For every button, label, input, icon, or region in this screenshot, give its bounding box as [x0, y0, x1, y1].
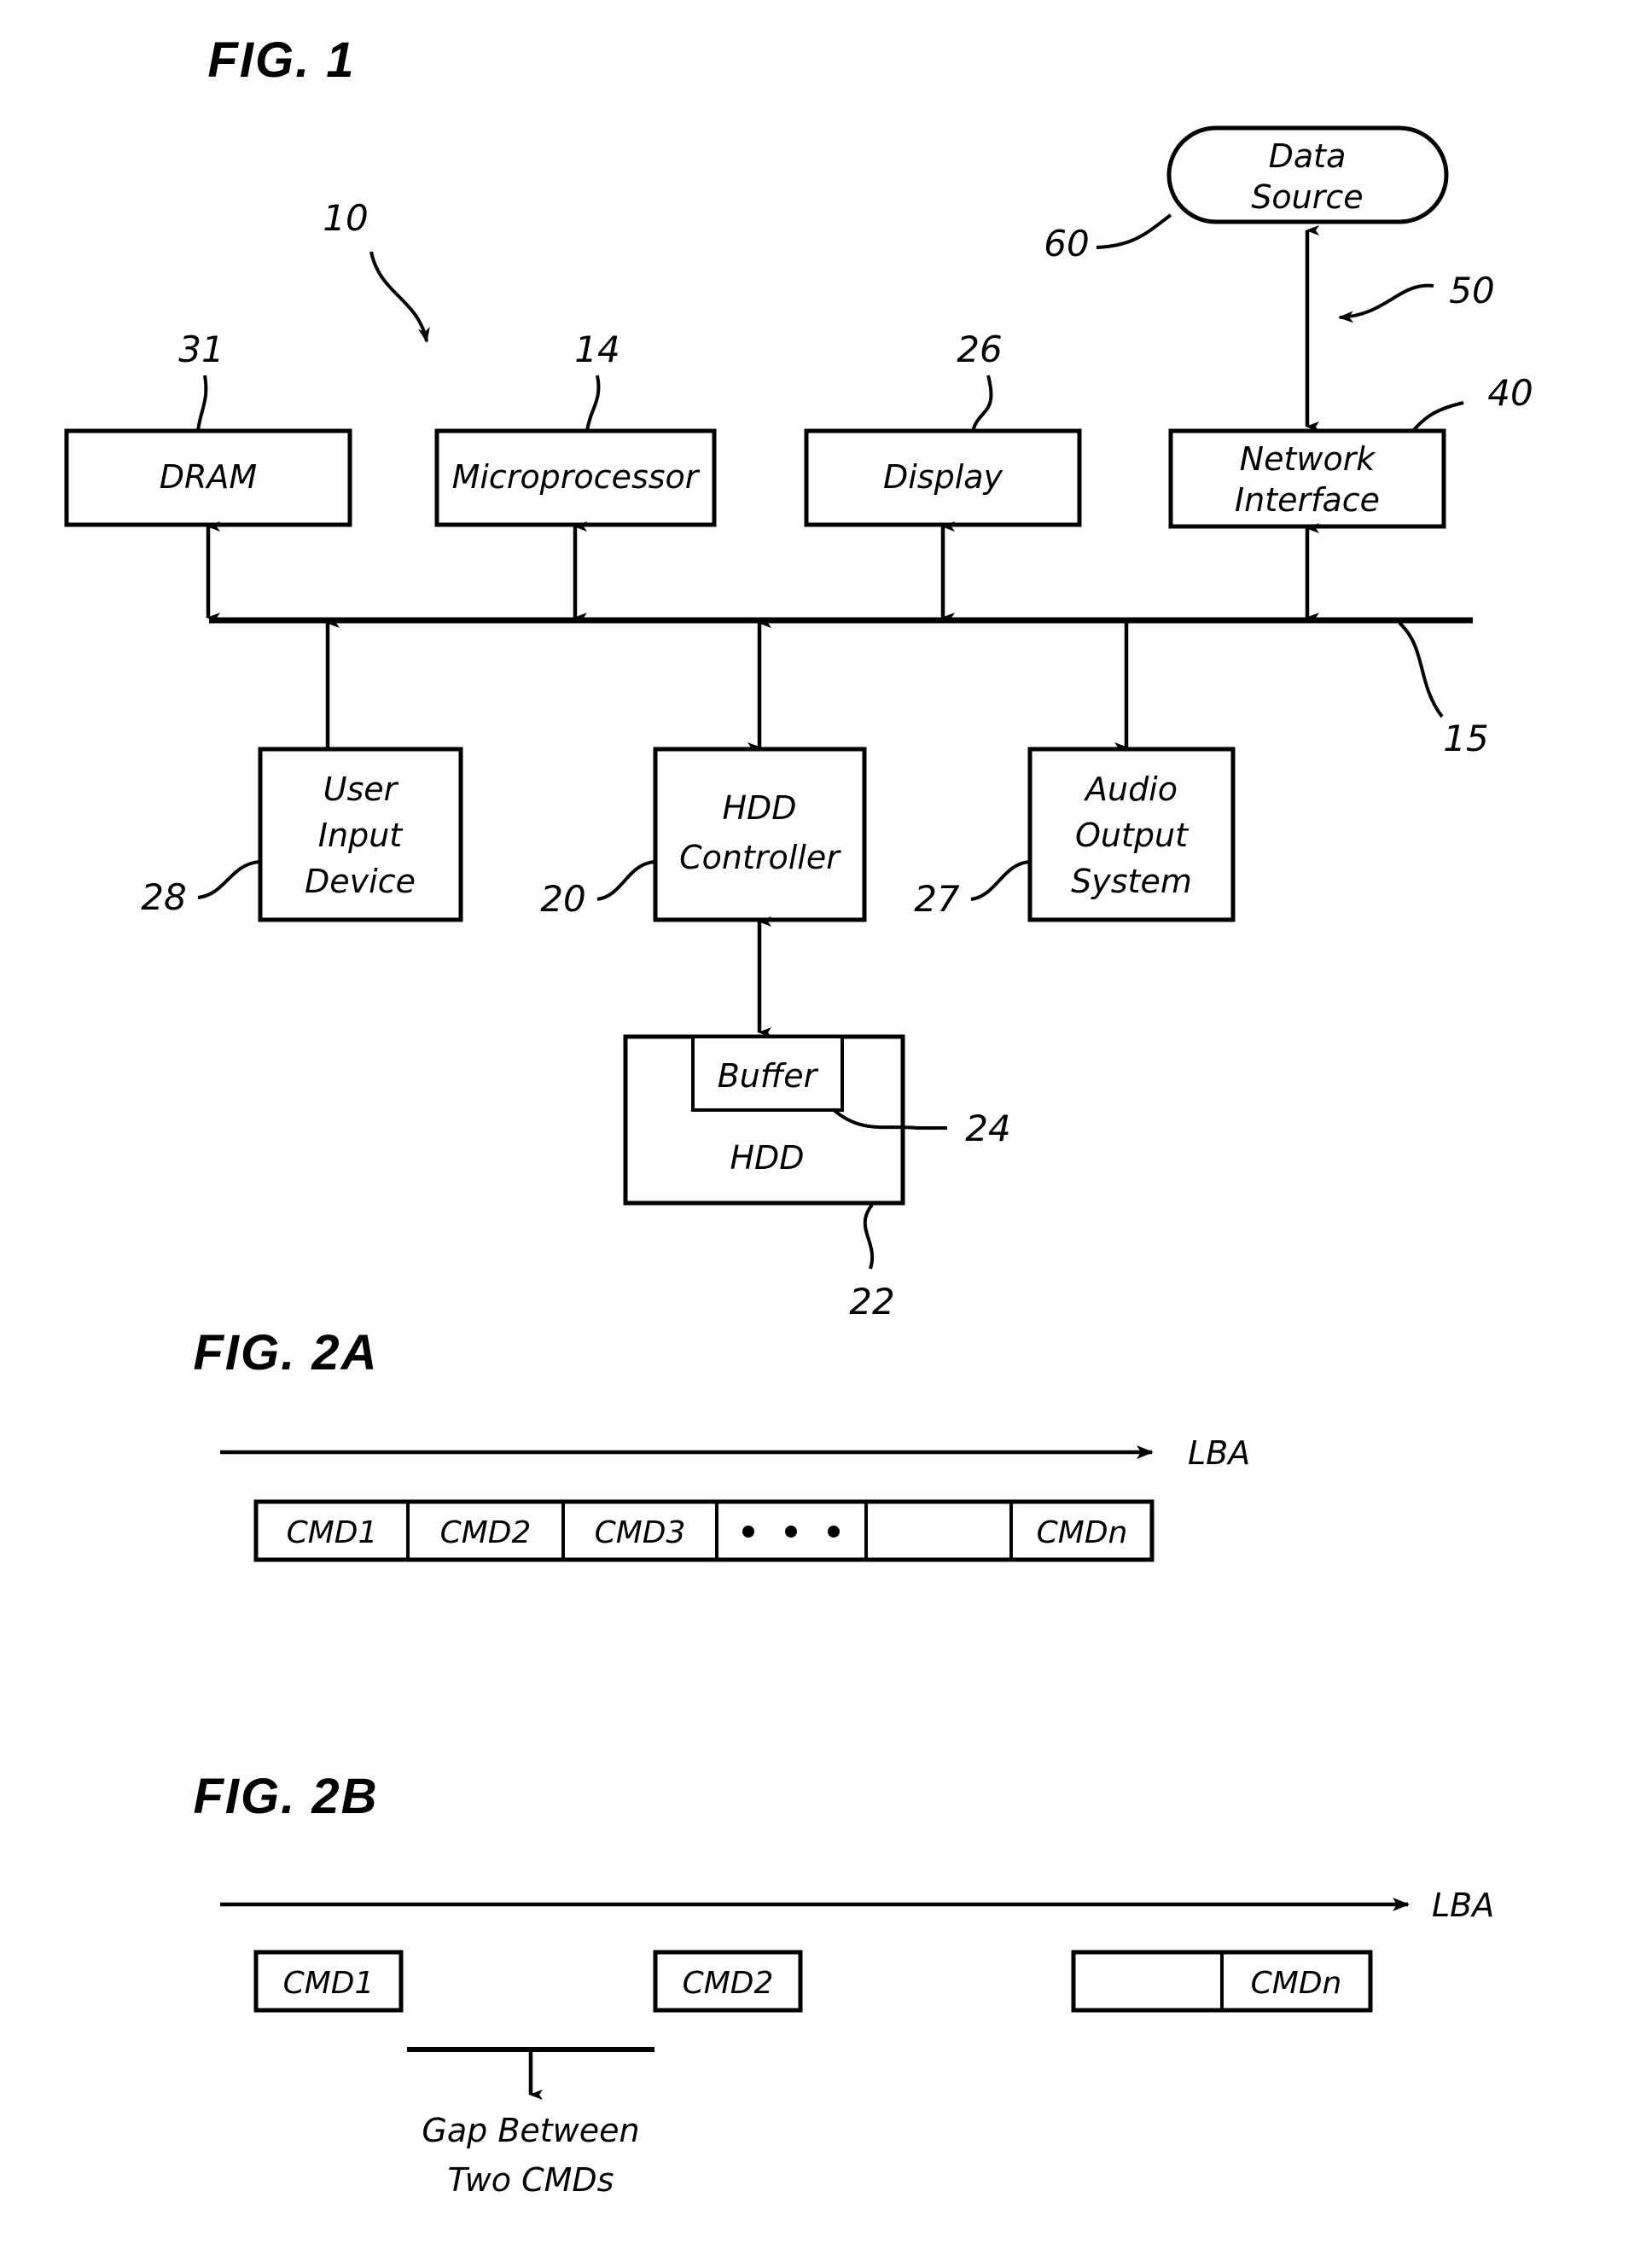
- ref-numeral-28: 28: [141, 876, 186, 918]
- block-hdd-controller: [653, 747, 867, 922]
- leader-network-link: [1338, 283, 1434, 323]
- leader-hdd-controller: [596, 860, 656, 901]
- block-hdd-label: HDD: [730, 1139, 804, 1177]
- figure-2b-title: FIG. 2B: [193, 1769, 378, 1824]
- block-data-source-label-line2: Source: [1251, 178, 1363, 216]
- figure-2a-strip-outline: [253, 1499, 1155, 1562]
- block-user-input-label-line1: User: [323, 770, 399, 808]
- leader-data-source: [1096, 213, 1172, 249]
- block-network-interface-label-line1: Network: [1240, 440, 1377, 478]
- figure-2a-cell-cmd3: CMD3: [595, 1515, 686, 1550]
- block-audio-output-label-line3: System: [1071, 863, 1192, 900]
- block-audio-output-label-line1: Audio: [1083, 770, 1178, 808]
- figure-2b-lba-axis-label: LBA: [1432, 1886, 1494, 1924]
- ref-numeral-26: 26: [957, 328, 1002, 370]
- figure-2b-label-cmd2: CMD2: [683, 1966, 774, 2001]
- figure-2b: FIG. 2B LBA CMD1 CMD2 CMDn Gap Between T…: [193, 1769, 1494, 2199]
- figure-2a-cell-cmd1: CMD1: [287, 1515, 378, 1550]
- block-hdd-controller-label-line1: HDD: [722, 789, 796, 827]
- leader-user-input: [197, 860, 261, 899]
- ref-numeral-50: 50: [1449, 270, 1494, 311]
- block-network-interface-label-line2: Interface: [1235, 481, 1380, 519]
- ref-numeral-20: 20: [540, 878, 585, 920]
- block-dram-label: DRAM: [160, 458, 257, 496]
- block-buffer-label: Buffer: [718, 1057, 819, 1095]
- figure-2a-cell-cmdn: CMDn: [1037, 1515, 1128, 1550]
- leader-microprocessor: [585, 375, 601, 432]
- figure-2b-label-cmd1: CMD1: [283, 1966, 375, 2001]
- leader-audio-output: [970, 860, 1031, 901]
- leader-dram: [196, 375, 208, 432]
- block-data-source-label-line1: Data: [1269, 137, 1347, 175]
- figure-1-title: FIG. 1: [207, 32, 355, 88]
- figure-2a: FIG. 2A LBA CMD1 CMD2 CMD3 CMDn: [193, 1325, 1250, 1562]
- figure-2b-gap-label-line2: Two CMDs: [448, 2161, 614, 2199]
- block-display-label: Display: [883, 458, 1003, 496]
- ref-numeral-24: 24: [965, 1107, 1010, 1149]
- block-audio-output-label-line2: Output: [1075, 817, 1190, 854]
- leader-system: [369, 251, 430, 343]
- ref-numeral-31: 31: [178, 328, 224, 370]
- leader-hdd: [863, 1203, 875, 1270]
- figure-1: FIG. 1 Data Source 60 50 40 10 DRAM 31 M…: [64, 32, 1533, 1323]
- leader-bus: [1398, 621, 1444, 718]
- block-user-input-label-line3: Device: [305, 863, 416, 900]
- figure-2a-lba-axis-label: LBA: [1188, 1434, 1250, 1472]
- figure-2a-command-strip: CMD1 CMD2 CMD3 CMDn: [253, 1499, 1155, 1562]
- ref-numeral-40: 40: [1487, 372, 1533, 414]
- block-microprocessor-label: Microprocessor: [452, 458, 701, 496]
- ref-numeral-60: 60: [1044, 223, 1089, 265]
- ref-numeral-15: 15: [1443, 718, 1488, 759]
- figure-2b-label-cmdn: CMDn: [1251, 1966, 1342, 2001]
- block-user-input-label-line2: Input: [318, 817, 404, 854]
- ref-numeral-10: 10: [323, 197, 368, 239]
- ref-numeral-14: 14: [574, 328, 620, 370]
- leader-display: [971, 375, 993, 432]
- figure-2a-cell-cmd2: CMD2: [440, 1515, 532, 1550]
- patent-drawing-sheet: FIG. 1 Data Source 60 50 40 10 DRAM 31 M…: [0, 0, 1652, 2244]
- drawing-canvas: FIG. 1 Data Source 60 50 40 10 DRAM 31 M…: [64, 32, 1533, 2199]
- ref-numeral-22: 22: [849, 1281, 894, 1323]
- figure-2b-gap-label-line1: Gap Between: [422, 2112, 639, 2149]
- ref-numeral-27: 27: [914, 878, 960, 920]
- figure-2b-gap-annotation: Gap Between Two CMDs: [407, 2047, 654, 2199]
- figure-2a-title: FIG. 2A: [193, 1325, 378, 1381]
- block-hdd-controller-label-line2: Controller: [679, 839, 841, 876]
